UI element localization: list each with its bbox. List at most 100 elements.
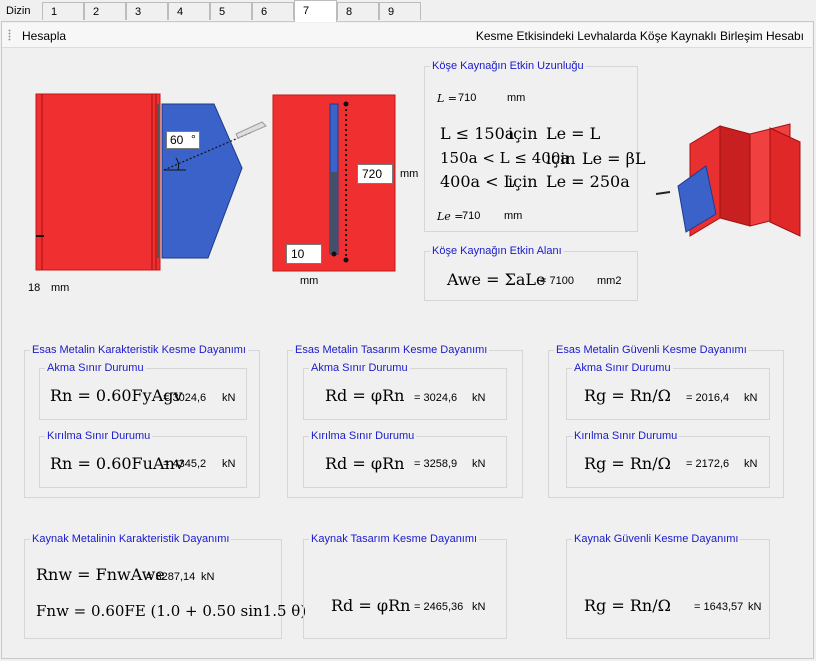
base-safe-yield-value: = 2016,4 [686, 392, 730, 404]
weld-design-group [303, 539, 507, 639]
base-char-yield-unit: kN [222, 392, 236, 404]
tab-1[interactable]: 1 [42, 2, 84, 20]
toolbar: Hesapla Kesme Etkisindeki Levhalarda Köş… [2, 23, 812, 48]
3d-rod [655, 191, 671, 195]
base-char-yield-title: Akma Sınır Durumu [45, 362, 146, 374]
effective-length-label: Le = [437, 210, 464, 223]
toolbar-grip[interactable] [8, 29, 11, 41]
tab-3-label: 3 [135, 6, 142, 18]
page-title: Kesme Etkisindeki Levhalarda Köşe Kaynak… [475, 29, 804, 43]
tab-8-label: 8 [346, 6, 353, 18]
base-safe-yield-unit: kN [744, 392, 758, 404]
base-design-rupture-formula: Rd = φRn [325, 454, 405, 473]
tab-strip: Dizin 1 2 3 4 5 6 7 8 9 [0, 0, 816, 22]
tab-7[interactable]: 7 [294, 0, 337, 22]
tab-4[interactable]: 4 [168, 2, 210, 20]
condition-row-1: L ≤ 150a [440, 124, 515, 143]
thickness-unit: mm [51, 282, 70, 294]
3d-flange-right [769, 127, 801, 237]
effective-length-value: 710 [462, 210, 481, 222]
base-char-rupture-title: Kırılma Sınır Durumu [45, 430, 153, 442]
weld-safe-unit: kN [748, 601, 762, 613]
weld-strip-shadow [330, 172, 338, 254]
tab-1-label: 1 [51, 6, 58, 18]
base-safe-yield-title: Akma Sınır Durumu [572, 362, 673, 374]
condition-row-3-res: Le = 250a [546, 172, 630, 191]
3d-flange-left-side [719, 125, 751, 227]
length-input[interactable]: 720 [357, 164, 393, 184]
weld-design-title: Kaynak Tasarım Kesme Dayanımı [309, 533, 480, 545]
tab-strip-label: Dizin [6, 5, 31, 17]
base-safe-rupture-formula: Rg = Rn/Ω [584, 454, 671, 473]
effective-length-unit: mm [504, 210, 523, 222]
gusset-plate [161, 103, 243, 259]
tab-8[interactable]: 8 [337, 2, 379, 20]
length-label: L = [437, 92, 458, 105]
angle-value: 60 [170, 133, 184, 147]
tab-4-label: 4 [177, 6, 184, 18]
tab-2[interactable]: 2 [84, 2, 126, 20]
weld-char-unit: kN [201, 571, 215, 583]
weld-end-dot [331, 251, 337, 257]
base-design-yield-value: = 3024,6 [414, 392, 458, 404]
condition-row-1-kw: için [508, 124, 538, 143]
base-design-yield-unit: kN [472, 392, 486, 404]
thickness-value: 18 [28, 282, 41, 294]
effective-area-value: = 7100 [540, 275, 574, 287]
dimension-end-dot [343, 257, 349, 263]
base-design-rupture-title: Kırılma Sınır Durumu [309, 430, 417, 442]
condition-row-1-res: Le = L [546, 124, 601, 143]
tab-2-label: 2 [93, 6, 100, 18]
tab-6[interactable]: 6 [252, 2, 294, 20]
base-char-rupture-unit: kN [222, 458, 236, 470]
condition-row-2-kw: için [546, 149, 576, 168]
tab-6-label: 6 [261, 6, 268, 18]
base-safe-rupture-unit: kN [744, 458, 758, 470]
weld-size-unit: mm [300, 275, 319, 287]
main-plate [35, 93, 161, 271]
effective-area-formula: Awe = ΣaLe [447, 270, 546, 289]
weld-safe-formula: Rg = Rn/Ω [584, 596, 671, 615]
weld-design-formula: Rd = φRn [331, 596, 411, 615]
weld-char-value: = 3287,14 [146, 571, 196, 583]
length-unit-text: mm [507, 92, 526, 104]
tab-5[interactable]: 5 [210, 2, 252, 20]
effective-area-unit: mm2 [597, 275, 622, 287]
tab-9-label: 9 [388, 6, 395, 18]
weld-design-unit: kN [472, 601, 486, 613]
tab-7-label: 7 [303, 5, 310, 17]
condition-row-2-res: Le = βL [582, 149, 646, 168]
base-design-yield-title: Akma Sınır Durumu [309, 362, 410, 374]
weld-safe-group [566, 539, 770, 639]
angle-unit: ° [191, 132, 196, 146]
weld-safe-value: = 1643,57 [694, 601, 744, 613]
base-design-yield-formula: Rd = φRn [325, 386, 405, 405]
base-safe-rupture-title: Kırılma Sınır Durumu [572, 430, 680, 442]
weld-char-strength-formula: Fnw = 0.60FE (1.0 + 0.50 sin1.5 θ) [36, 602, 307, 620]
base-safe-title: Esas Metalin Güvenli Kesme Dayanımı [554, 344, 749, 356]
length-unit: mm [400, 168, 419, 180]
calculate-button[interactable]: Hesapla [22, 29, 66, 43]
connection-elevation-drawing [35, 93, 267, 271]
base-char-title: Esas Metalin Karakteristik Kesme Dayanım… [30, 344, 248, 356]
length-value: 710 [458, 92, 477, 104]
base-design-title: Esas Metalin Tasarım Kesme Dayanımı [293, 344, 490, 356]
dimension-end-dot [343, 101, 349, 107]
weld-size-input[interactable]: 10 [286, 244, 322, 264]
tab-3[interactable]: 3 [126, 2, 168, 20]
weld-char-group [24, 539, 282, 639]
tab-9[interactable]: 9 [379, 2, 421, 20]
condition-row-3-kw: için [508, 172, 538, 191]
arrow-rod [235, 121, 267, 139]
angle-field[interactable]: 60 ° [166, 131, 200, 149]
base-design-rupture-unit: kN [472, 458, 486, 470]
condition-row-3: 400a < L [440, 172, 515, 191]
base-safe-rupture-value: = 2172,6 [686, 458, 730, 470]
base-design-rupture-value: = 3258,9 [414, 458, 458, 470]
base-safe-yield-formula: Rg = Rn/Ω [584, 386, 671, 405]
weld-safe-title: Kaynak Güvenli Kesme Dayanımı [572, 533, 741, 545]
weld-design-value: = 2465,36 [414, 601, 464, 613]
weld-char-title: Kaynak Metalinin Karakteristik Dayanımı [30, 533, 232, 545]
effective-area-title: Köşe Kaynağın Etkin Alanı [430, 245, 564, 257]
tab-5-label: 5 [219, 6, 226, 18]
